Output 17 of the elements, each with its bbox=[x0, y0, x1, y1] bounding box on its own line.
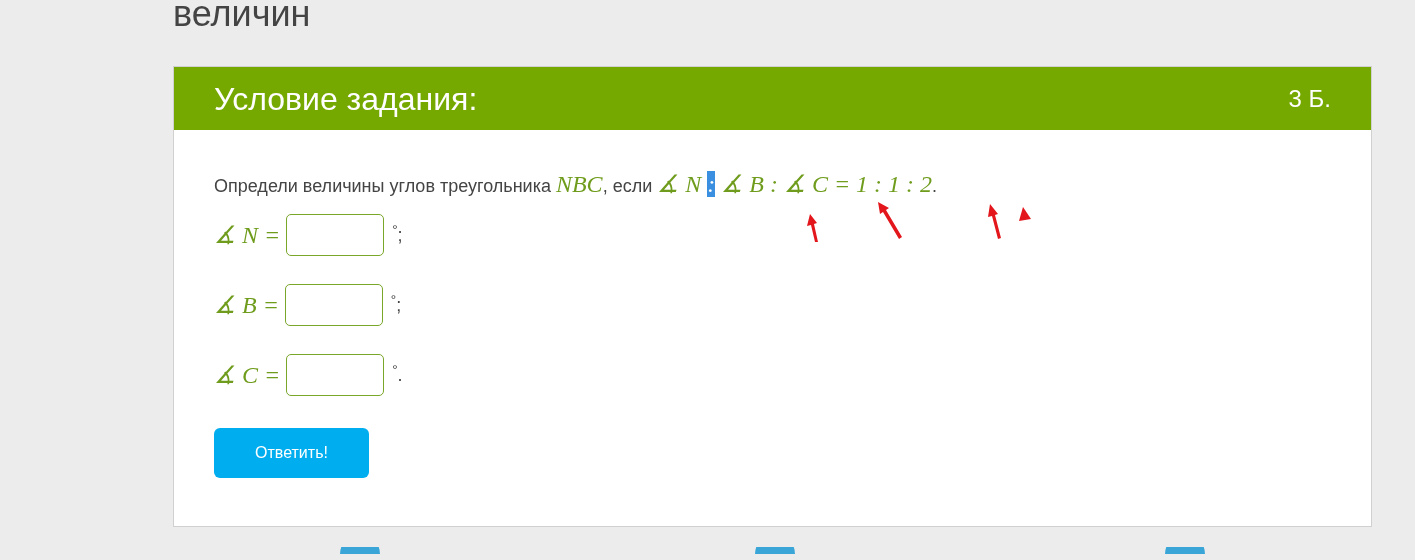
card-title: Условие задания: bbox=[214, 79, 478, 119]
unit-label: $^{°}$. bbox=[392, 361, 403, 387]
angle-label: ∡ N = bbox=[214, 221, 281, 250]
submit-button[interactable]: Ответить! bbox=[214, 428, 369, 478]
unit-label: $^{°}$; bbox=[390, 291, 402, 317]
answer-field[interactable] bbox=[286, 214, 385, 256]
angle-label: ∡ B = bbox=[214, 291, 279, 320]
angle-label: ∡ C = bbox=[214, 361, 281, 390]
annotation-arrow-head bbox=[1018, 206, 1032, 222]
points-label: 3 Б. bbox=[1288, 83, 1331, 114]
task-statement: Определи величины углов треугольника NBC, если ∡ N : ∡ B : ∡ C = 1 : 1 : 2. bbox=[214, 170, 938, 199]
answer-field[interactable] bbox=[286, 354, 385, 396]
annotation-arrow bbox=[986, 202, 1004, 240]
annotation-arrow bbox=[876, 200, 904, 240]
unit-label: $^{°}$; bbox=[392, 221, 403, 247]
answer-field[interactable] bbox=[284, 284, 383, 326]
page-heading: величин bbox=[173, 0, 311, 34]
